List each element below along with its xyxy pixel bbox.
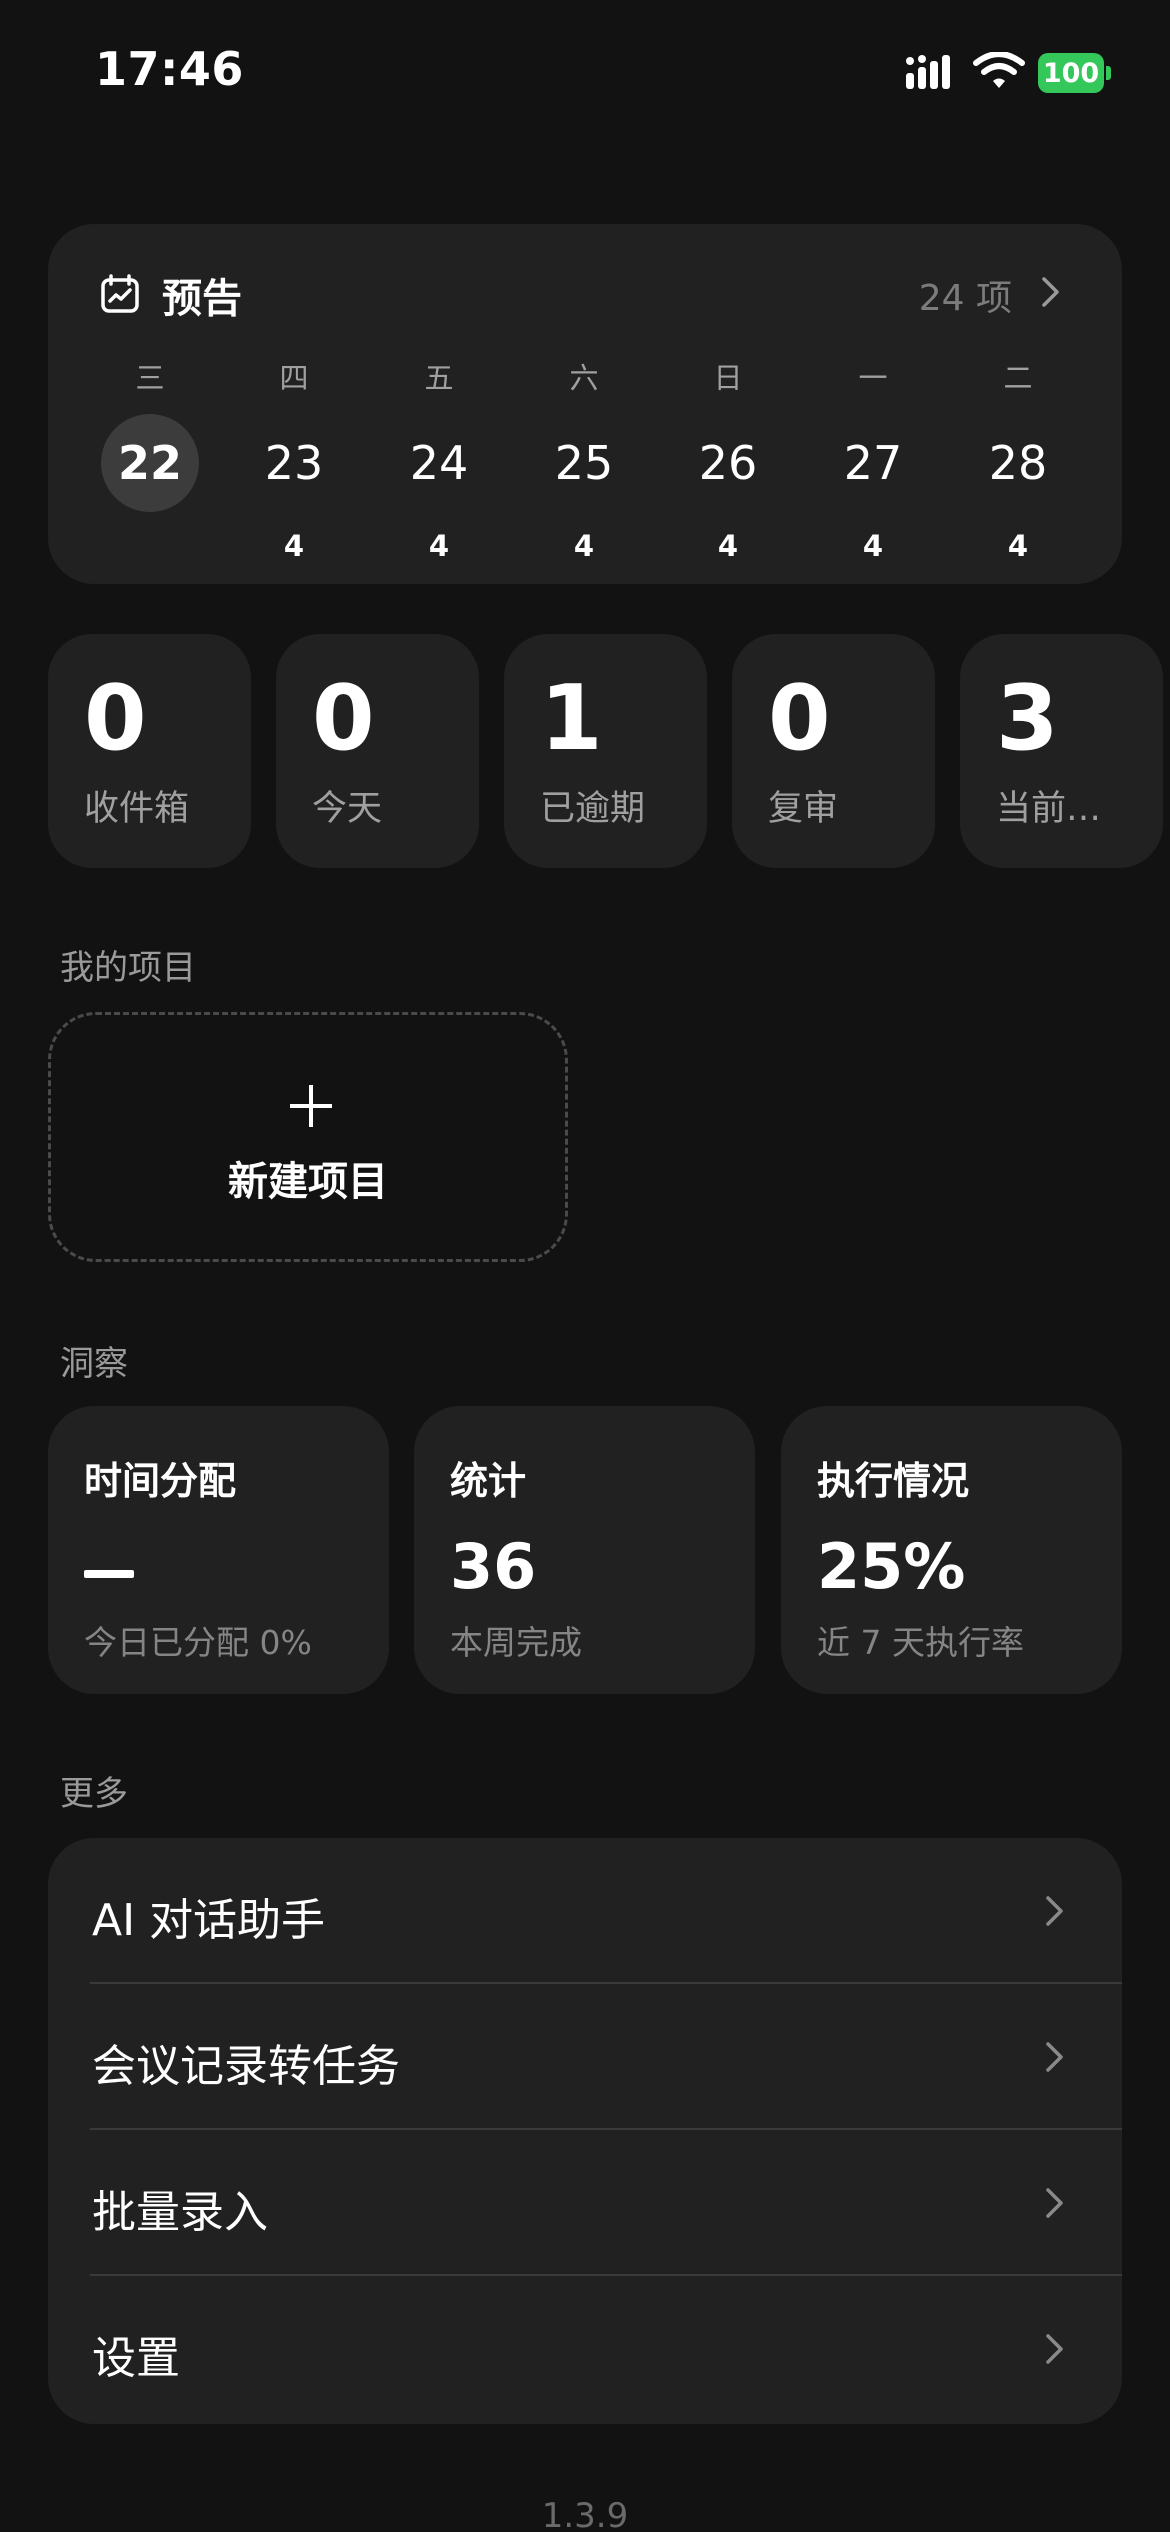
more-item-label: AI 对话助手	[92, 1895, 326, 1946]
insight-title: 统计	[450, 1459, 527, 1503]
day-task-count	[90, 526, 210, 566]
insight-card-execution[interactable]: 执行情况 25% 近 7 天执行率	[781, 1406, 1122, 1694]
day-date: 24	[409, 436, 469, 490]
battery-icon: 100	[1038, 53, 1111, 93]
forecast-card[interactable]: 预告 24 项 三 22 四 23 4 五 24 4 六 25 4 日 26 4	[48, 224, 1122, 584]
battery-level: 100	[1038, 53, 1104, 93]
stat-tile-current[interactable]: 3 当前…	[960, 634, 1163, 868]
day-weekday: 六	[569, 361, 599, 395]
day-date: 28	[988, 436, 1048, 490]
stat-tile-overdue[interactable]: 1 已逾期	[504, 634, 707, 868]
new-project-button[interactable]: 新建项目	[48, 1012, 568, 1262]
day-date: 23	[264, 436, 324, 490]
more-item-settings[interactable]: 设置	[48, 2276, 1122, 2422]
insight-value: 25%	[817, 1530, 966, 1603]
insight-value: 36	[450, 1530, 537, 1603]
chevron-right-icon	[1046, 2042, 1063, 2072]
chevron-right-icon	[1046, 2188, 1063, 2218]
insight-empty-dash	[84, 1570, 134, 1578]
day-date: 27	[843, 436, 903, 490]
day-date: 25	[554, 436, 614, 490]
day-weekday: 三	[135, 361, 165, 395]
insight-subtitle: 今日已分配 0%	[84, 1623, 312, 1662]
insight-title: 执行情况	[817, 1459, 970, 1503]
home-screen: 17:46 100 预告 24 项 三 22 四 23 4 五 24 4 六 2…	[0, 0, 1170, 2532]
more-item-ai-assistant[interactable]: AI 对话助手	[48, 1838, 1122, 1984]
more-item-label: 设置	[92, 2333, 180, 2384]
more-item-label: 会议记录转任务	[92, 2041, 400, 2092]
insight-title: 时间分配	[84, 1459, 237, 1503]
cellular-signal-icon	[906, 55, 960, 93]
forecast-day[interactable]: 一 27 4	[813, 358, 933, 566]
stat-label: 复审	[768, 789, 839, 829]
day-task-count: 4	[428, 529, 450, 563]
more-item-batch-entry[interactable]: 批量录入	[48, 2130, 1122, 2276]
insight-subtitle: 本周完成	[450, 1623, 582, 1662]
chevron-right-icon	[1046, 1896, 1063, 1926]
status-time: 17:46	[95, 42, 244, 96]
stat-label: 今天	[312, 789, 383, 829]
day-date-today: 22	[101, 414, 199, 512]
section-label-insights: 洞察	[60, 1344, 128, 1384]
more-list: AI 对话助手 会议记录转任务 批量录入 设置	[48, 1838, 1122, 2424]
more-item-meeting-to-tasks[interactable]: 会议记录转任务	[48, 1984, 1122, 2130]
forecast-day[interactable]: 四 23 4	[234, 358, 354, 566]
section-label-more: 更多	[60, 1774, 128, 1814]
stat-label: 收件箱	[84, 789, 190, 829]
day-task-count: 4	[573, 529, 595, 563]
day-task-count: 4	[717, 529, 739, 563]
new-project-label: 新建项目	[228, 1159, 388, 1205]
insight-card-stats[interactable]: 统计 36 本周完成	[414, 1406, 755, 1694]
day-task-count: 4	[283, 529, 305, 563]
stat-label: 当前…	[996, 789, 1102, 829]
plus-icon	[290, 1085, 332, 1127]
stat-label: 已逾期	[540, 789, 646, 829]
chevron-right-icon[interactable]	[1036, 274, 1064, 310]
stat-tile-inbox[interactable]: 0 收件箱	[48, 634, 251, 868]
app-version: 1.3.9	[541, 2496, 629, 2532]
stat-value: 0	[312, 666, 375, 771]
forecast-day[interactable]: 五 24 4	[379, 358, 499, 566]
more-item-label: 批量录入	[92, 2187, 268, 2238]
insight-subtitle: 近 7 天执行率	[817, 1623, 1024, 1662]
day-weekday: 四	[279, 361, 309, 395]
insight-card-time-allocation[interactable]: 时间分配 今日已分配 0%	[48, 1406, 389, 1694]
stat-tile-review[interactable]: 0 复审	[732, 634, 935, 868]
stat-value: 0	[768, 666, 831, 771]
day-weekday: 二	[1003, 361, 1033, 395]
calendar-icon	[101, 274, 139, 313]
stat-tile-today[interactable]: 0 今天	[276, 634, 479, 868]
stat-value: 3	[996, 666, 1059, 771]
day-weekday: 一	[858, 361, 888, 395]
forecast-day[interactable]: 二 28 4	[958, 358, 1078, 566]
status-bar: 17:46 100	[0, 0, 1170, 150]
wifi-icon	[973, 52, 1025, 88]
forecast-day[interactable]: 三 22	[90, 358, 210, 566]
forecast-count: 24 项	[918, 278, 1012, 319]
day-weekday: 日	[713, 361, 743, 395]
section-label-projects: 我的项目	[60, 948, 196, 988]
day-weekday: 五	[424, 361, 454, 395]
stat-value: 1	[540, 666, 603, 771]
forecast-day[interactable]: 日 26 4	[668, 358, 788, 566]
day-task-count: 4	[1007, 529, 1029, 563]
day-date: 26	[698, 436, 758, 490]
forecast-title: 预告	[162, 276, 242, 322]
forecast-day[interactable]: 六 25 4	[524, 358, 644, 566]
stat-value: 0	[84, 666, 147, 771]
day-task-count: 4	[862, 529, 884, 563]
chevron-right-icon	[1046, 2334, 1063, 2364]
